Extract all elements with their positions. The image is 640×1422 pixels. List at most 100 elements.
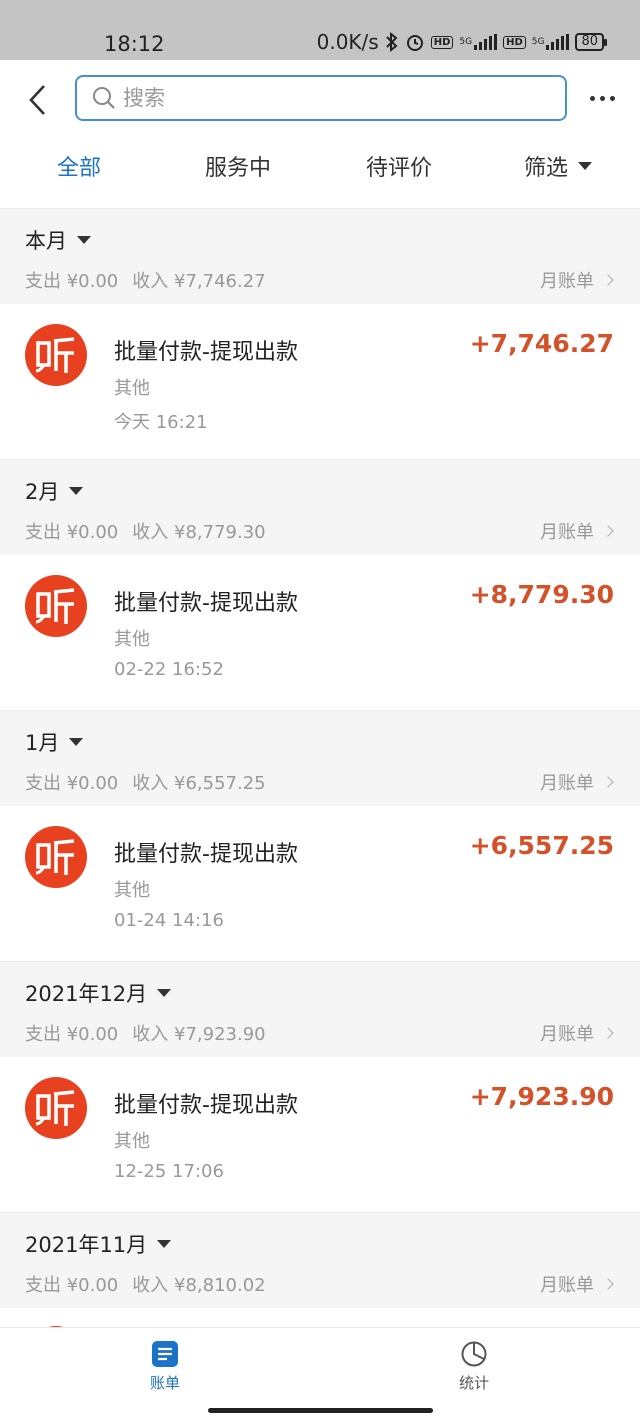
month-bill-link[interactable]: 月账单: [540, 1271, 614, 1297]
month-expense: 支出 ¥0.00: [25, 522, 119, 543]
status-icons: 0.0K/s HD 5G HD 5G 80: [316, 30, 607, 54]
signal-icon-1: [474, 34, 498, 50]
transaction-amount: +7,923.90: [469, 1082, 614, 1111]
nav-stats-label: 统计: [458, 1374, 489, 1392]
bill-list: 本月 支出 ¥0.00 收入 ¥7,746.27 月账单 批量付款-提现出款 其…: [0, 208, 640, 1332]
search-icon: [93, 87, 115, 109]
month-section: 1月 支出 ¥0.00 收入 ¥6,557.25 月账单 批量付款-提现出款 其…: [0, 710, 640, 961]
stats-icon: [461, 1341, 487, 1367]
transaction-time: 12-25 17:06: [114, 1161, 224, 1182]
month-selector[interactable]: 2021年12月: [25, 978, 172, 1008]
tab-in-service[interactable]: 服务中: [205, 150, 271, 182]
transaction-category: 其他: [114, 1131, 150, 1152]
month-bill-label: 月账单: [540, 1024, 594, 1045]
transaction-category: 其他: [114, 880, 150, 901]
month-header: 本月 支出 ¥0.00 收入 ¥7,746.27 月账单: [0, 208, 640, 304]
tab-to-review[interactable]: 待评价: [366, 150, 432, 182]
month-title: 2月: [25, 480, 60, 504]
net-type-1: 5G: [459, 37, 473, 47]
net-type-2: 5G: [531, 37, 545, 47]
month-selector[interactable]: 2021年11月: [25, 1229, 172, 1259]
month-header: 2月 支出 ¥0.00 收入 ¥8,779.30 月账单: [0, 459, 640, 555]
month-summary: 支出 ¥0.00 收入 ¥7,923.90: [25, 1020, 266, 1046]
month-income: 收入 ¥7,746.27: [132, 271, 266, 292]
chevron-right-icon: [602, 776, 614, 788]
month-bill-label: 月账单: [540, 773, 594, 794]
month-expense: 支出 ¥0.00: [25, 1275, 119, 1296]
caret-down-icon: [157, 1240, 172, 1248]
transaction-item[interactable]: 批量付款-提现出款 其他 12-25 17:06 +7,923.90: [0, 1057, 640, 1212]
bill-icon: [152, 1341, 178, 1367]
hd-badge-2: HD: [503, 35, 526, 49]
month-summary: 支出 ¥0.00 收入 ¥8,779.30: [25, 518, 266, 544]
transaction-amount: +6,557.25: [469, 831, 614, 860]
app-logo-icon: [25, 1077, 87, 1139]
transaction-item[interactable]: 批量付款-提现出款 其他 01-24 14:16 +6,557.25: [0, 806, 640, 961]
transaction-time: 01-24 14:16: [114, 910, 224, 931]
month-bill-link[interactable]: 月账单: [540, 267, 614, 293]
bluetooth-icon: [385, 32, 398, 52]
month-bill-link[interactable]: 月账单: [540, 518, 614, 544]
month-bill-link[interactable]: 月账单: [540, 769, 614, 795]
tab-all[interactable]: 全部: [57, 150, 101, 182]
month-income: 收入 ¥8,779.30: [132, 522, 266, 543]
transaction-category: 其他: [114, 378, 150, 399]
nav-stats[interactable]: 统计: [434, 1340, 514, 1393]
app-logo-icon: [25, 826, 87, 888]
chevron-right-icon: [602, 1027, 614, 1039]
month-bill-label: 月账单: [540, 271, 594, 292]
app-logo-icon: [25, 324, 87, 386]
month-title: 本月: [25, 229, 67, 253]
month-selector[interactable]: 2月: [25, 476, 84, 506]
search-box[interactable]: [75, 75, 567, 121]
month-selector[interactable]: 本月: [25, 225, 91, 255]
month-section: 2021年12月 支出 ¥0.00 收入 ¥7,923.90 月账单 批量付款-…: [0, 961, 640, 1212]
more-dot-icon: [600, 95, 605, 101]
month-selector[interactable]: 1月: [25, 727, 84, 757]
tab-filter[interactable]: 筛选: [524, 150, 593, 182]
chevron-right-icon: [602, 525, 614, 537]
month-section: 本月 支出 ¥0.00 收入 ¥7,746.27 月账单 批量付款-提现出款 其…: [0, 208, 640, 459]
header: 全部 服务中 待评价 筛选: [0, 60, 640, 208]
alarm-icon: [406, 35, 423, 51]
search-input[interactable]: [123, 86, 523, 110]
nav-bill-label: 账单: [149, 1374, 180, 1392]
nav-bill[interactable]: 账单: [125, 1340, 205, 1393]
month-expense: 支出 ¥0.00: [25, 271, 119, 292]
app-logo-icon: [25, 575, 87, 637]
transaction-title: 批量付款-提现出款: [114, 842, 298, 867]
tab-bar: 全部 服务中 待评价 筛选: [0, 150, 640, 194]
month-title: 2021年12月: [25, 982, 148, 1006]
back-arrow-icon: [29, 85, 45, 115]
transaction-category: 其他: [114, 629, 150, 650]
transaction-amount: +7,746.27: [469, 329, 614, 358]
status-bar: 18:12 0.0K/s HD 5G HD 5G 80: [0, 0, 640, 60]
home-indicator: [208, 1408, 433, 1413]
net-speed: 0.0K/s: [316, 30, 379, 54]
transaction-item[interactable]: 批量付款-提现出款 其他 今天 16:21 +7,746.27: [0, 304, 640, 459]
transaction-title: 批量付款-提现出款: [114, 1093, 298, 1118]
transaction-time: 02-22 16:52: [114, 659, 224, 680]
caret-down-icon: [69, 738, 84, 746]
month-expense: 支出 ¥0.00: [25, 773, 119, 794]
month-income: 收入 ¥6,557.25: [132, 773, 266, 794]
month-expense: 支出 ¥0.00: [25, 1024, 119, 1045]
caret-down-icon: [578, 162, 593, 170]
more-button[interactable]: [590, 88, 620, 108]
status-time: 18:12: [104, 32, 165, 56]
month-bill-label: 月账单: [540, 1275, 594, 1296]
month-bill-label: 月账单: [540, 522, 594, 543]
transaction-item[interactable]: 批量付款-提现出款 其他 02-22 16:52 +8,779.30: [0, 555, 640, 710]
caret-down-icon: [157, 989, 172, 997]
battery-icon: 80: [575, 33, 607, 51]
transaction-amount: +8,779.30: [469, 580, 614, 609]
month-section: 2021年11月 支出 ¥0.00 收入 ¥8,810.02 月账单: [0, 1212, 640, 1332]
month-title: 2021年11月: [25, 1233, 148, 1257]
transaction-title: 批量付款-提现出款: [114, 340, 298, 365]
back-button[interactable]: [22, 80, 54, 120]
transaction-title: 批量付款-提现出款: [114, 591, 298, 616]
month-header: 1月 支出 ¥0.00 收入 ¥6,557.25 月账单: [0, 710, 640, 806]
tab-filter-label: 筛选: [524, 156, 569, 181]
hd-badge-1: HD: [430, 35, 454, 49]
month-bill-link[interactable]: 月账单: [540, 1020, 614, 1046]
